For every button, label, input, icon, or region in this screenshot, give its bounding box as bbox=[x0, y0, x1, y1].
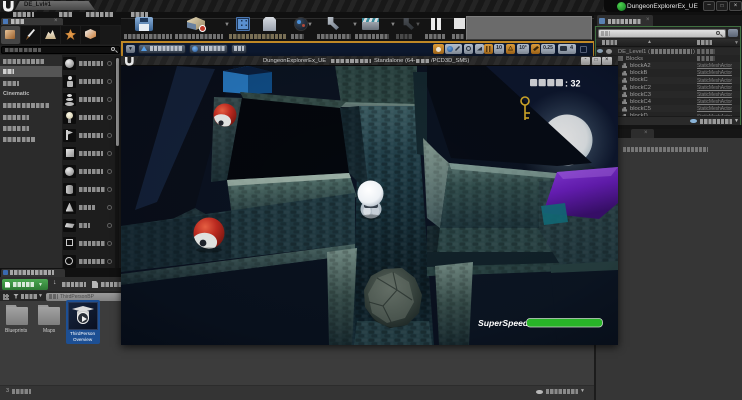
svg-text:: 32: : 32 bbox=[565, 78, 581, 88]
svg-text:SuperSpeed: SuperSpeed bbox=[478, 318, 529, 328]
